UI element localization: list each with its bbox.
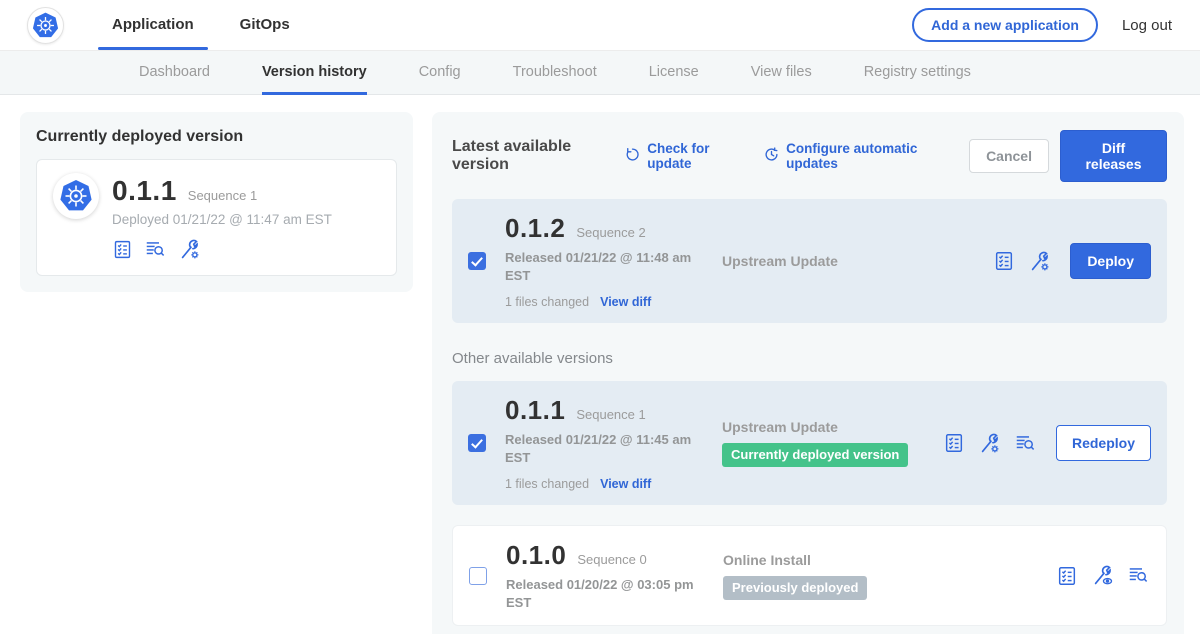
check-for-update-label: Check for update (647, 141, 741, 171)
version-card-0-1-1: 0.1.1 Sequence 1 Released 01/21/22 @ 11:… (452, 381, 1167, 505)
diff-releases-button[interactable]: Diff releases (1060, 130, 1167, 182)
tab-dashboard[interactable]: Dashboard (139, 51, 210, 94)
tab-license[interactable]: License (649, 51, 699, 94)
version-source-label: Upstream Update (722, 419, 943, 435)
latest-available-header: Latest available version Check for updat… (452, 130, 1167, 182)
tab-view-files[interactable]: View files (751, 51, 812, 94)
released-timestamp: Released 01/21/22 @ 11:48 am EST (505, 249, 703, 284)
edit-config-icon[interactable] (178, 238, 201, 261)
version-number: 0.1.1 (505, 395, 565, 426)
deployed-sequence-label: Sequence 1 (188, 188, 257, 203)
edit-config-icon[interactable] (978, 432, 1001, 455)
deploy-logs-icon[interactable] (1127, 565, 1150, 586)
released-timestamp: Released 01/20/22 @ 03:05 pm EST (506, 576, 704, 611)
preflight-checks-icon[interactable] (1056, 565, 1078, 587)
version-number: 0.1.0 (506, 540, 566, 571)
cancel-button[interactable]: Cancel (969, 139, 1049, 173)
add-new-application-button[interactable]: Add a new application (912, 8, 1098, 42)
version-card-0-1-2: 0.1.2 Sequence 2 Released 01/21/22 @ 11:… (452, 199, 1167, 323)
view-diff-link[interactable]: View diff (600, 295, 651, 309)
redeploy-button[interactable]: Redeploy (1056, 425, 1151, 461)
version-checkbox[interactable] (469, 567, 487, 585)
tab-registry-settings[interactable]: Registry settings (864, 51, 971, 94)
other-available-versions-title: Other available versions (452, 350, 1167, 367)
files-changed-label: 1 files changed (505, 477, 589, 491)
version-source-label: Online Install (723, 552, 1056, 568)
currently-deployed-panel: Currently deployed version 0.1.1 Sequenc… (20, 112, 413, 292)
currently-deployed-title: Currently deployed version (36, 128, 397, 146)
version-checkbox[interactable] (468, 252, 486, 270)
released-timestamp: Released 01/21/22 @ 11:45 am EST (505, 431, 703, 466)
view-config-icon[interactable] (1091, 564, 1114, 587)
preflight-checks-icon[interactable] (112, 239, 133, 260)
currently-deployed-badge: Currently deployed version (722, 443, 908, 467)
top-nav: Application GitOps Add a new application… (0, 0, 1200, 50)
refresh-icon (624, 146, 641, 166)
sequence-label: Sequence 1 (576, 407, 645, 422)
configure-automatic-updates-label: Configure automatic updates (786, 141, 947, 171)
preflight-checks-icon[interactable] (993, 250, 1015, 272)
edit-config-icon[interactable] (1028, 250, 1051, 273)
nav-tab-application[interactable]: Application (98, 0, 208, 50)
version-card-0-1-0: 0.1.0 Sequence 0 Released 01/20/22 @ 03:… (452, 525, 1167, 626)
previously-deployed-badge: Previously deployed (723, 576, 867, 600)
files-changed-label: 1 files changed (505, 295, 589, 309)
deploy-logs-icon[interactable] (144, 239, 167, 260)
tab-version-history[interactable]: Version history (262, 51, 367, 94)
view-diff-link[interactable]: View diff (600, 477, 651, 491)
deployed-version-number: 0.1.1 (112, 175, 177, 207)
latest-available-title: Latest available version (452, 138, 610, 174)
deploy-logs-icon[interactable] (1014, 433, 1037, 454)
currently-deployed-card: 0.1.1 Sequence 1 Deployed 01/21/22 @ 11:… (36, 159, 397, 276)
main-content: Currently deployed version 0.1.1 Sequenc… (0, 95, 1200, 634)
preflight-checks-icon[interactable] (943, 432, 965, 454)
configure-automatic-updates-link[interactable]: Configure automatic updates (763, 141, 947, 171)
clock-refresh-icon (763, 146, 780, 166)
app-sub-nav: Dashboard Version history Config Trouble… (0, 50, 1200, 95)
tab-troubleshoot[interactable]: Troubleshoot (513, 51, 597, 94)
kubernetes-logo-icon (27, 7, 64, 44)
sequence-label: Sequence 0 (577, 552, 646, 567)
app-kubernetes-icon (53, 173, 99, 219)
version-checkbox[interactable] (468, 434, 486, 452)
check-for-update-link[interactable]: Check for update (624, 141, 741, 171)
version-history-panel: Latest available version Check for updat… (432, 112, 1184, 634)
tab-config[interactable]: Config (419, 51, 461, 94)
logout-button[interactable]: Log out (1122, 17, 1172, 34)
version-source-label: Upstream Update (722, 253, 993, 269)
version-number: 0.1.2 (505, 213, 565, 244)
nav-tab-gitops[interactable]: GitOps (226, 0, 304, 50)
deploy-button[interactable]: Deploy (1070, 243, 1151, 279)
deployed-timestamp: Deployed 01/21/22 @ 11:47 am EST (112, 212, 332, 227)
sequence-label: Sequence 2 (576, 225, 645, 240)
